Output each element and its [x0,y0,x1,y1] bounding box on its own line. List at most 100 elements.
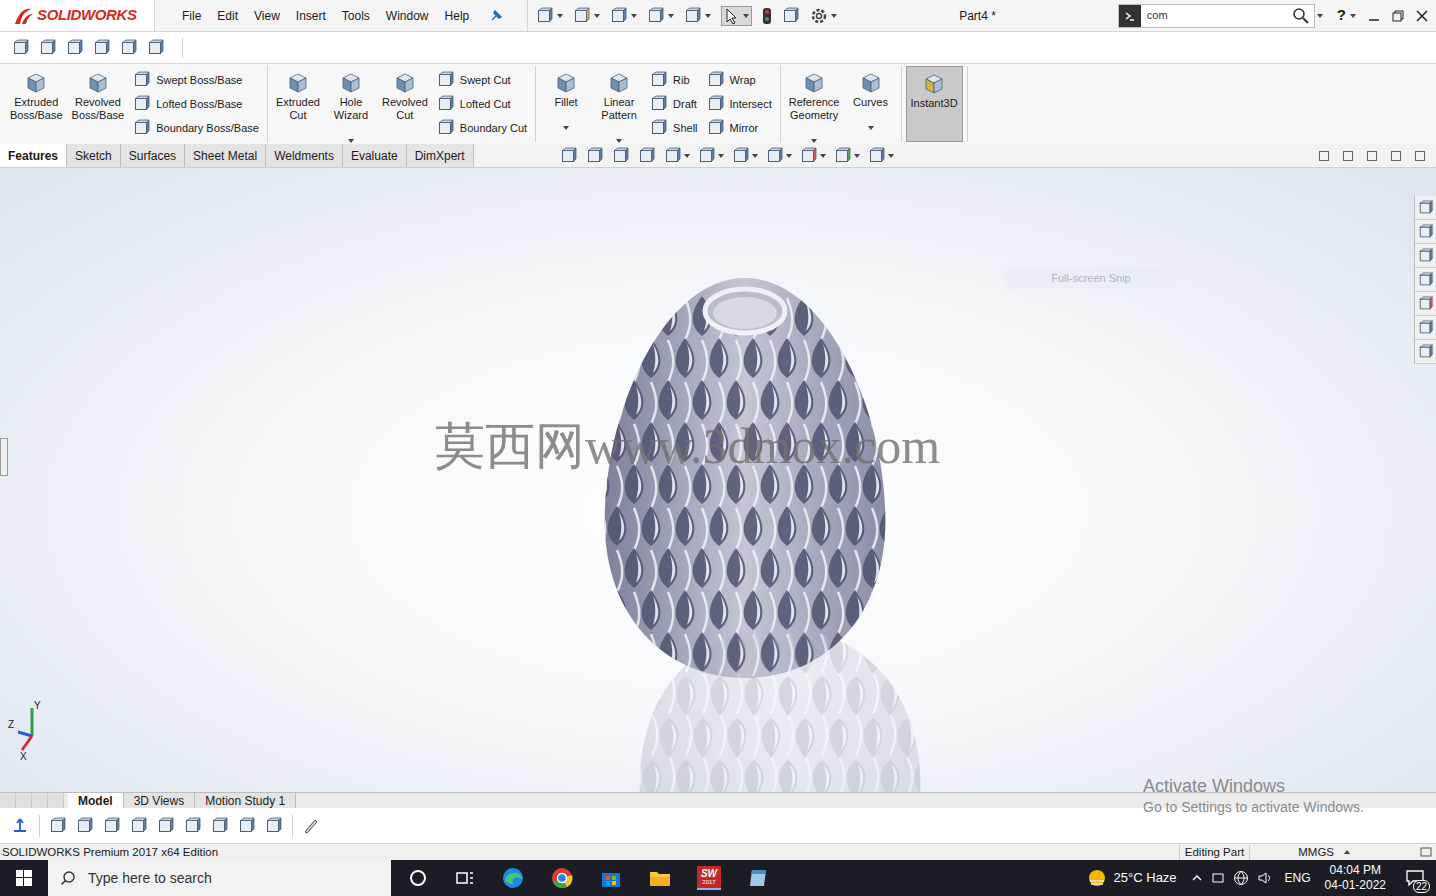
weather-widget[interactable]: 25°C Haze [1086,867,1177,889]
view-settings-caret[interactable] [888,154,894,158]
pin-icon[interactable] [489,9,503,23]
save-caret[interactable] [631,14,637,18]
ribbon-large-button[interactable]: RevolvedBoss/Base [68,66,129,142]
viewport-restore-icon[interactable] [1390,150,1402,162]
undo-caret[interactable] [705,14,711,18]
3d-sketch-icon[interactable] [66,39,84,57]
line-sketch-icon[interactable] [39,39,57,57]
view-orientation-icon[interactable] [698,147,716,165]
first-tab-arrow[interactable] [0,793,16,808]
ribbon-small-button[interactable]: Boundary Boss/Base [133,119,259,137]
command-tab[interactable]: Surfaces [121,144,185,167]
zoom-area-icon[interactable] [586,147,604,165]
view-palette-icon[interactable] [1418,296,1434,312]
triad-icon[interactable]: YZX [6,700,52,762]
ribbon-small-button[interactable]: Intersect [707,95,772,113]
top-view-icon[interactable] [157,817,175,835]
graphics-area[interactable]: 莫西网www.3dmox.comFull-screen SnipYZX [0,168,1436,792]
command-tab[interactable]: Sheet Metal [185,144,266,167]
ribbon-large-button[interactable]: ReferenceGeometry [785,66,844,142]
chrome-icon[interactable] [550,866,574,890]
close-icon[interactable] [1416,10,1428,22]
options-button[interactable] [810,7,837,25]
feature-small-2-2-2-icon[interactable] [650,119,668,137]
front-view-icon[interactable] [49,817,67,835]
last-tab-arrow[interactable] [48,793,64,808]
cortana-icon[interactable] [407,867,429,889]
ribbon-large-button[interactable]: ExtrudedCut [272,66,324,142]
ribbon-large-button[interactable]: LinearPattern [593,66,645,142]
clock[interactable]: 04:04 PM04-01-2022 [1325,863,1386,893]
ribbon-dropdown-caret[interactable] [348,139,354,143]
dynamic-annotation-caret[interactable] [684,154,690,158]
edit-appearance-caret[interactable] [820,154,826,158]
taskbar-search[interactable]: Type here to search [48,860,391,896]
back-view-icon[interactable] [76,817,94,835]
tile-right-icon[interactable] [1342,150,1354,162]
start-button[interactable] [0,860,48,896]
ribbon-small-button[interactable]: Swept Boss/Base [133,71,259,89]
section-view-icon[interactable] [638,147,656,165]
ribbon-dropdown-caret[interactable] [868,126,874,130]
volume-icon[interactable] [1257,870,1273,886]
command-tab[interactable]: DimXpert [407,144,474,167]
zoom-fit-icon[interactable] [560,147,578,165]
help-caret[interactable] [1350,14,1356,18]
menu-item[interactable]: Help [437,7,478,25]
feature-small-1-3-0-icon[interactable] [437,71,455,89]
ribbon-large-button[interactable]: Instant3D [906,66,963,142]
sketch-icon[interactable] [12,39,30,57]
help-button[interactable]: ? [1337,4,1356,27]
command-tab[interactable]: Sketch [67,144,121,167]
language-indicator[interactable]: ENG [1285,869,1311,887]
save-icon[interactable] [610,7,628,25]
apply-scene-icon[interactable] [834,147,852,165]
feature-small-2-3-1-icon[interactable] [707,95,725,113]
right-view-icon[interactable] [130,817,148,835]
ribbon-dropdown-caret[interactable] [616,139,622,143]
tray-chevron-icon[interactable] [1191,872,1203,884]
print-icon[interactable] [647,7,665,25]
store-icon[interactable] [599,866,623,890]
model-tab[interactable]: 3D Views [124,793,195,808]
hide-show-icon[interactable] [766,147,784,165]
menu-item[interactable]: Window [378,7,437,25]
edge-icon[interactable] [501,866,525,890]
apply-scene-caret[interactable] [854,154,860,158]
tile-left-icon[interactable] [1318,150,1330,162]
search-box[interactable]: com [1118,4,1315,28]
ribbon-dropdown-caret[interactable] [563,126,569,130]
ribbon-small-button[interactable]: Wrap [707,71,772,89]
model-tab[interactable]: Motion Study 1 [195,793,296,808]
select-button[interactable] [721,6,752,26]
resources-icon[interactable] [1418,224,1434,240]
feature-small-1-3-2-icon[interactable] [437,119,455,137]
view-orientation-caret[interactable] [718,154,724,158]
command-tab[interactable]: Evaluate [343,144,407,167]
next-tab-arrow[interactable] [32,793,48,808]
minimize-icon[interactable] [1368,10,1380,22]
point-icon[interactable] [93,39,111,57]
file-explorer-icon[interactable] [648,866,672,890]
instant-icon[interactable] [147,39,165,57]
file-explorer-icon[interactable] [1418,272,1434,288]
edit-appearance-icon[interactable] [800,147,818,165]
dimetric-view-icon[interactable] [265,817,283,835]
menu-item[interactable]: Tools [334,7,378,25]
ribbon-small-button[interactable]: Lofted Cut [437,95,527,113]
ribbon-small-button[interactable]: Boundary Cut [437,119,527,137]
vase-model-drawing[interactable] [600,273,890,683]
rebuild-icon[interactable] [762,7,772,25]
design-library-icon[interactable] [1418,248,1434,264]
open-icon[interactable] [573,7,591,25]
ribbon-small-button[interactable]: Rib [650,71,697,89]
menu-item[interactable]: Insert [288,7,334,25]
app-logo[interactable]: SOLIDWORKS [0,0,155,31]
triad-small-icon[interactable] [10,816,30,836]
feature-small-0-2-2-icon[interactable] [133,119,151,137]
dynamic-annotation-icon[interactable] [664,147,682,165]
menu-item[interactable]: Edit [209,7,246,25]
ribbon-large-button[interactable]: ExtrudedBoss/Base [6,66,67,142]
feature-small-0-2-0-icon[interactable] [133,71,151,89]
search-caret[interactable] [1317,14,1323,18]
